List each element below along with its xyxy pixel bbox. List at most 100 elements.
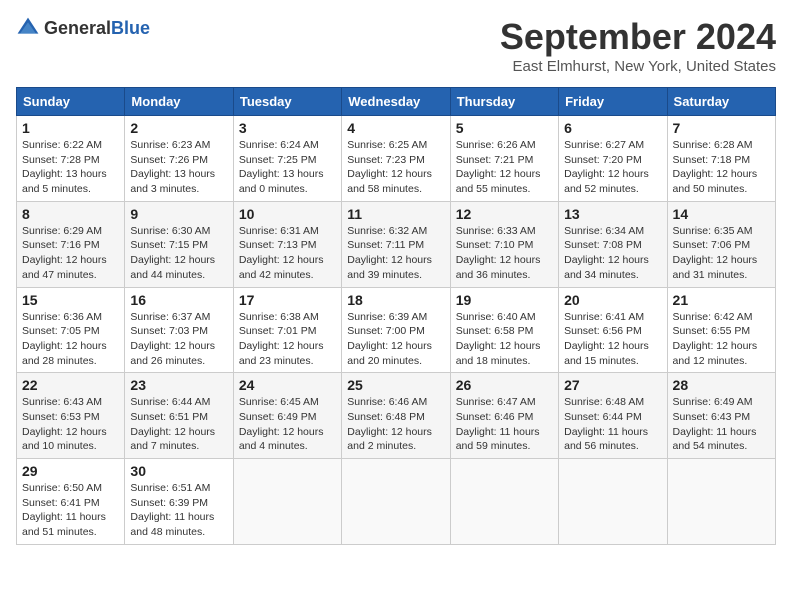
logo: GeneralBlue — [16, 16, 150, 40]
calendar-cell: 16 Sunrise: 6:37 AMSunset: 7:03 PMDayligh… — [125, 287, 233, 373]
calendar-table: SundayMondayTuesdayWednesdayThursdayFrid… — [16, 87, 776, 545]
day-number: 13 — [564, 206, 661, 222]
weekday-header-tuesday: Tuesday — [233, 88, 341, 116]
day-info: Sunrise: 6:28 AMSunset: 7:18 PMDaylight:… — [673, 138, 770, 197]
calendar-cell: 14 Sunrise: 6:35 AMSunset: 7:06 PMDayligh… — [667, 201, 775, 287]
calendar-cell: 13 Sunrise: 6:34 AMSunset: 7:08 PMDayligh… — [559, 201, 667, 287]
week-row-4: 22 Sunrise: 6:43 AMSunset: 6:53 PMDayligh… — [17, 373, 776, 459]
day-number: 10 — [239, 206, 336, 222]
logo-blue-text: Blue — [111, 18, 150, 38]
calendar-cell: 22 Sunrise: 6:43 AMSunset: 6:53 PMDayligh… — [17, 373, 125, 459]
day-number: 12 — [456, 206, 553, 222]
day-info: Sunrise: 6:47 AMSunset: 6:46 PMDaylight:… — [456, 395, 553, 454]
day-number: 8 — [22, 206, 119, 222]
calendar-cell: 23 Sunrise: 6:44 AMSunset: 6:51 PMDayligh… — [125, 373, 233, 459]
calendar-cell: 1 Sunrise: 6:22 AMSunset: 7:28 PMDaylight… — [17, 116, 125, 202]
day-number: 20 — [564, 292, 661, 308]
day-info: Sunrise: 6:32 AMSunset: 7:11 PMDaylight:… — [347, 224, 444, 283]
day-number: 11 — [347, 206, 444, 222]
week-row-5: 29 Sunrise: 6:50 AMSunset: 6:41 PMDayligh… — [17, 459, 776, 545]
weekday-header-friday: Friday — [559, 88, 667, 116]
day-info: Sunrise: 6:23 AMSunset: 7:26 PMDaylight:… — [130, 138, 227, 197]
day-number: 14 — [673, 206, 770, 222]
location-title: East Elmhurst, New York, United States — [500, 58, 776, 75]
calendar-cell: 9 Sunrise: 6:30 AMSunset: 7:15 PMDaylight… — [125, 201, 233, 287]
calendar-cell: 24Sunrise: 6:45 AMSunset: 6:49 PMDayligh… — [233, 373, 341, 459]
calendar-cell: 6Sunrise: 6:27 AMSunset: 7:20 PMDaylight… — [559, 116, 667, 202]
day-number: 7 — [673, 120, 770, 136]
day-info: Sunrise: 6:29 AMSunset: 7:16 PMDaylight:… — [22, 224, 119, 283]
calendar-cell: 12 Sunrise: 6:33 AMSunset: 7:10 PMDayligh… — [450, 201, 558, 287]
day-info: Sunrise: 6:30 AMSunset: 7:15 PMDaylight:… — [130, 224, 227, 283]
calendar-cell: 26 Sunrise: 6:47 AMSunset: 6:46 PMDayligh… — [450, 373, 558, 459]
calendar-cell — [559, 459, 667, 545]
day-info: Sunrise: 6:31 AMSunset: 7:13 PMDaylight:… — [239, 224, 336, 283]
calendar-cell — [233, 459, 341, 545]
day-info: Sunrise: 6:41 AMSunset: 6:56 PMDaylight:… — [564, 310, 661, 369]
day-info: Sunrise: 6:39 AMSunset: 7:00 PMDaylight:… — [347, 310, 444, 369]
day-info: Sunrise: 6:24 AMSunset: 7:25 PMDaylight:… — [239, 138, 336, 197]
day-info: Sunrise: 6:43 AMSunset: 6:53 PMDaylight:… — [22, 395, 119, 454]
day-number: 4 — [347, 120, 444, 136]
calendar-cell — [667, 459, 775, 545]
day-number: 3 — [239, 120, 336, 136]
day-number: 16 — [130, 292, 227, 308]
week-row-1: 1 Sunrise: 6:22 AMSunset: 7:28 PMDaylight… — [17, 116, 776, 202]
day-info: Sunrise: 6:44 AMSunset: 6:51 PMDaylight:… — [130, 395, 227, 454]
day-info: Sunrise: 6:40 AMSunset: 6:58 PMDaylight:… — [456, 310, 553, 369]
day-info: Sunrise: 6:36 AMSunset: 7:05 PMDaylight:… — [22, 310, 119, 369]
weekday-header-thursday: Thursday — [450, 88, 558, 116]
calendar-cell: 7 Sunrise: 6:28 AMSunset: 7:18 PMDaylight… — [667, 116, 775, 202]
day-info: Sunrise: 6:49 AMSunset: 6:43 PMDaylight:… — [673, 395, 770, 454]
day-number: 2 — [130, 120, 227, 136]
day-number: 29 — [22, 463, 119, 479]
calendar-cell: 18Sunrise: 6:39 AMSunset: 7:00 PMDayligh… — [342, 287, 450, 373]
weekday-header-monday: Monday — [125, 88, 233, 116]
calendar-cell: 29 Sunrise: 6:50 AMSunset: 6:41 PMDayligh… — [17, 459, 125, 545]
calendar-cell: 21Sunrise: 6:42 AMSunset: 6:55 PMDayligh… — [667, 287, 775, 373]
day-number: 30 — [130, 463, 227, 479]
day-info: Sunrise: 6:50 AMSunset: 6:41 PMDaylight:… — [22, 481, 119, 540]
calendar-cell: 11 Sunrise: 6:32 AMSunset: 7:11 PMDayligh… — [342, 201, 450, 287]
title-area: September 2024 East Elmhurst, New York, … — [500, 16, 776, 75]
day-number: 9 — [130, 206, 227, 222]
day-number: 19 — [456, 292, 553, 308]
general-blue-icon — [16, 16, 40, 40]
day-info: Sunrise: 6:22 AMSunset: 7:28 PMDaylight:… — [22, 138, 119, 197]
day-number: 15 — [22, 292, 119, 308]
day-number: 22 — [22, 377, 119, 393]
calendar-cell: 4 Sunrise: 6:25 AMSunset: 7:23 PMDaylight… — [342, 116, 450, 202]
day-info: Sunrise: 6:25 AMSunset: 7:23 PMDaylight:… — [347, 138, 444, 197]
day-info: Sunrise: 6:34 AMSunset: 7:08 PMDaylight:… — [564, 224, 661, 283]
page-header: GeneralBlue September 2024 East Elmhurst… — [16, 16, 776, 75]
day-info: Sunrise: 6:45 AMSunset: 6:49 PMDaylight:… — [239, 395, 336, 454]
day-info: Sunrise: 6:26 AMSunset: 7:21 PMDaylight:… — [456, 138, 553, 197]
day-number: 1 — [22, 120, 119, 136]
weekday-header-row: SundayMondayTuesdayWednesdayThursdayFrid… — [17, 88, 776, 116]
day-info: Sunrise: 6:33 AMSunset: 7:10 PMDaylight:… — [456, 224, 553, 283]
weekday-header-sunday: Sunday — [17, 88, 125, 116]
weekday-header-wednesday: Wednesday — [342, 88, 450, 116]
day-info: Sunrise: 6:37 AMSunset: 7:03 PMDaylight:… — [130, 310, 227, 369]
day-info: Sunrise: 6:46 AMSunset: 6:48 PMDaylight:… — [347, 395, 444, 454]
day-number: 25 — [347, 377, 444, 393]
day-info: Sunrise: 6:48 AMSunset: 6:44 PMDaylight:… — [564, 395, 661, 454]
calendar-cell: 25 Sunrise: 6:46 AMSunset: 6:48 PMDayligh… — [342, 373, 450, 459]
day-number: 26 — [456, 377, 553, 393]
calendar-cell: 19 Sunrise: 6:40 AMSunset: 6:58 PMDayligh… — [450, 287, 558, 373]
calendar-cell — [450, 459, 558, 545]
day-number: 28 — [673, 377, 770, 393]
day-info: Sunrise: 6:35 AMSunset: 7:06 PMDaylight:… — [673, 224, 770, 283]
calendar-cell: 10 Sunrise: 6:31 AMSunset: 7:13 PMDayligh… — [233, 201, 341, 287]
day-number: 27 — [564, 377, 661, 393]
day-info: Sunrise: 6:27 AMSunset: 7:20 PMDaylight:… — [564, 138, 661, 197]
calendar-cell: 15 Sunrise: 6:36 AMSunset: 7:05 PMDayligh… — [17, 287, 125, 373]
day-number: 5 — [456, 120, 553, 136]
month-title: September 2024 — [500, 16, 776, 58]
calendar-cell: 28 Sunrise: 6:49 AMSunset: 6:43 PMDayligh… — [667, 373, 775, 459]
weekday-header-saturday: Saturday — [667, 88, 775, 116]
calendar-cell: 2 Sunrise: 6:23 AMSunset: 7:26 PMDaylight… — [125, 116, 233, 202]
week-row-2: 8 Sunrise: 6:29 AMSunset: 7:16 PMDaylight… — [17, 201, 776, 287]
day-number: 23 — [130, 377, 227, 393]
calendar-cell: 17Sunrise: 6:38 AMSunset: 7:01 PMDayligh… — [233, 287, 341, 373]
